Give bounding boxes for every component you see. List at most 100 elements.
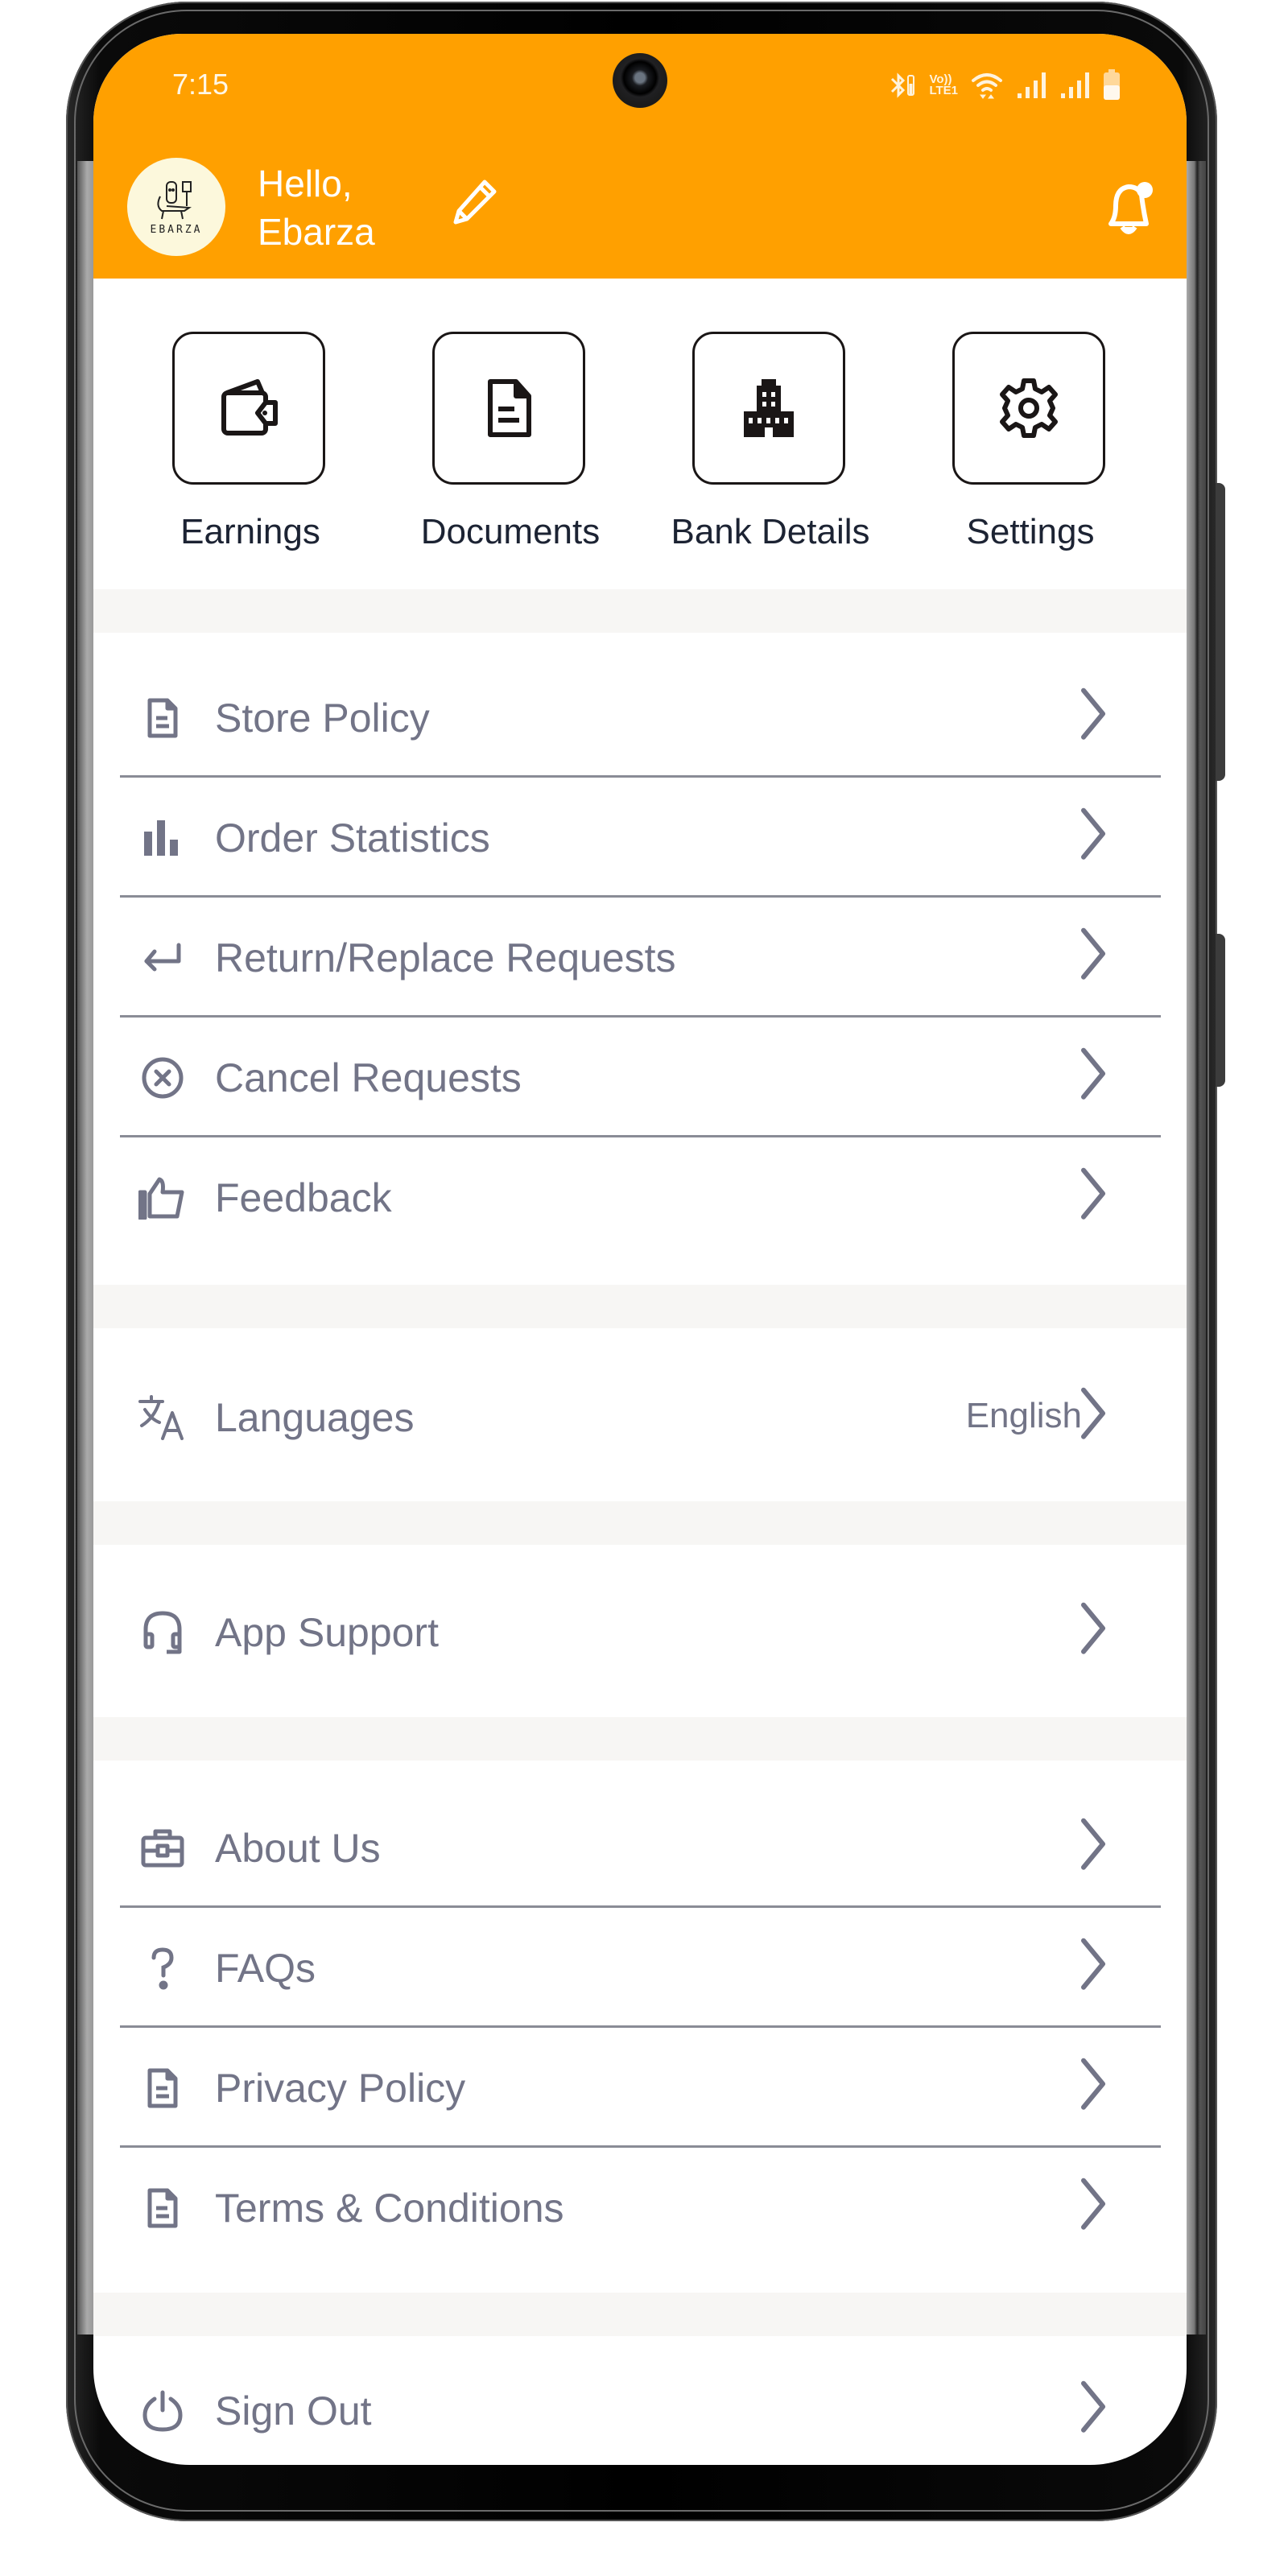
menu-item-about-us[interactable]: About Us (93, 1789, 1187, 1908)
bell-icon (1108, 182, 1153, 234)
section-separator (93, 1501, 1187, 1545)
menu-item-feedback[interactable]: Feedback (93, 1138, 1187, 1257)
bar-chart-icon (138, 814, 187, 862)
menu-item-privacy-policy[interactable]: Privacy Policy (93, 2029, 1187, 2148)
greeting: Hello, Ebarza (258, 159, 375, 256)
pencil-icon (453, 180, 497, 225)
tile-settings-box[interactable] (952, 332, 1105, 485)
return-arrow-icon (138, 934, 187, 982)
chevron-right-icon (1081, 1387, 1105, 1439)
chevron-right-icon (1081, 2178, 1105, 2230)
signal-icon (1059, 71, 1090, 100)
menu-item-label: Privacy Policy (215, 2066, 466, 2111)
translate-icon (138, 1393, 187, 1442)
gear-icon (1000, 378, 1058, 438)
avatar[interactable]: EBARZA (127, 158, 225, 256)
menu-item-label: Store Policy (215, 696, 430, 741)
chevron-right-icon (1081, 2058, 1105, 2110)
divider (120, 1905, 1161, 1908)
menu-item-label: Languages (215, 1395, 415, 1440)
wallet-icon (221, 379, 278, 436)
section-separator (93, 1285, 1187, 1328)
volte-lte1-icon: Vo)) LTE1 (929, 72, 958, 97)
menu-item-label: Return/Replace Requests (215, 935, 676, 980)
avatar-logo-text: EBARZA (150, 223, 203, 236)
chevron-right-icon (1081, 1167, 1105, 1220)
menu-item-label: Cancel Requests (215, 1055, 522, 1100)
menu-item-cancel-requests[interactable]: Cancel Requests (93, 1018, 1187, 1137)
document-icon (138, 694, 187, 742)
menu-item-label: App Support (215, 1610, 439, 1655)
section-separator (93, 1717, 1187, 1761)
screen: 7:15 Vo)) LTE1 EBARZA Hello, Ebarza Earn… (93, 34, 1187, 2465)
tile-bank-details-label: Bank Details (671, 512, 870, 551)
battery-icon (1103, 69, 1121, 101)
chevron-right-icon (1081, 807, 1105, 860)
notifications-button[interactable] (1101, 177, 1158, 238)
cancel-circle-icon (138, 1054, 187, 1102)
app-header: 7:15 Vo)) LTE1 EBARZA Hello, Ebarza (93, 34, 1187, 279)
menu-item-terms[interactable]: Terms & Conditions (93, 2149, 1187, 2268)
menu-item-label: About Us (215, 1826, 381, 1871)
tile-settings[interactable]: Settings (952, 332, 1108, 551)
tile-bank-details[interactable]: Bank Details (671, 332, 870, 551)
chevron-right-icon (1081, 1938, 1105, 1990)
tile-documents[interactable]: Documents (421, 332, 600, 551)
menu-item-return-replace[interactable]: Return/Replace Requests (93, 898, 1187, 1018)
tile-documents-label: Documents (420, 512, 601, 551)
wifi-icon (971, 71, 1003, 100)
menu-item-label: Sign Out (215, 2388, 372, 2434)
power-button (1216, 934, 1225, 1087)
tile-settings-label: Settings (966, 512, 1095, 551)
tile-earnings[interactable]: Earnings (172, 332, 328, 551)
furniture-logo-icon (157, 180, 192, 219)
menu-item-sign-out[interactable]: Sign Out (93, 2351, 1187, 2465)
briefcase-icon (138, 1824, 187, 1872)
menu-item-faqs[interactable]: FAQs (93, 1909, 1187, 2028)
chevron-right-icon (1081, 1818, 1105, 1870)
menu-item-label: Feedback (215, 1175, 392, 1220)
tile-bank-details-box[interactable] (692, 332, 845, 485)
tile-earnings-box[interactable] (172, 332, 325, 485)
chevron-right-icon (1081, 687, 1105, 740)
menu-item-label: FAQs (215, 1946, 316, 1991)
menu-item-languages[interactable]: Languages English (93, 1358, 1187, 1477)
power-icon (138, 2387, 187, 2435)
divider (120, 1015, 1161, 1018)
tile-documents-box[interactable] (432, 332, 585, 485)
chevron-right-icon (1081, 2380, 1105, 2433)
status-time: 7:15 (172, 68, 229, 101)
thumbs-up-icon (138, 1174, 187, 1222)
greeting-line1: Hello, (258, 163, 353, 204)
document-icon (138, 2064, 187, 2112)
chevron-right-icon (1081, 1602, 1105, 1654)
user-name: Ebarza (258, 211, 375, 253)
menu-item-label: Terms & Conditions (215, 2186, 564, 2231)
question-icon (138, 1944, 187, 1992)
current-language: English (965, 1396, 1082, 1435)
menu-item-label: Order Statistics (215, 815, 490, 861)
section-separator (93, 2293, 1187, 2336)
front-camera (613, 53, 667, 108)
volume-button (1216, 483, 1225, 781)
menu-item-order-statistics[interactable]: Order Statistics (93, 778, 1187, 898)
chevron-right-icon (1081, 1047, 1105, 1100)
signal-icon (1016, 71, 1046, 100)
document-icon (138, 2184, 187, 2232)
menu-item-app-support[interactable]: App Support (93, 1573, 1187, 1692)
divider (120, 775, 1161, 778)
chevron-right-icon (1081, 927, 1105, 980)
section-separator (93, 589, 1187, 633)
tile-earnings-label: Earnings (180, 512, 320, 551)
edit-profile-button[interactable] (451, 177, 499, 225)
bluetooth-icon (889, 71, 916, 100)
divider (120, 1135, 1161, 1137)
headset-icon (138, 1608, 187, 1657)
menu-item-store-policy[interactable]: Store Policy (93, 658, 1187, 778)
divider (120, 895, 1161, 898)
quick-actions: Earnings Documents Bank Details Settings (93, 279, 1187, 588)
building-icon (744, 379, 794, 437)
bezel-right (1187, 161, 1206, 2334)
divider (120, 2145, 1161, 2148)
divider (120, 2025, 1161, 2028)
